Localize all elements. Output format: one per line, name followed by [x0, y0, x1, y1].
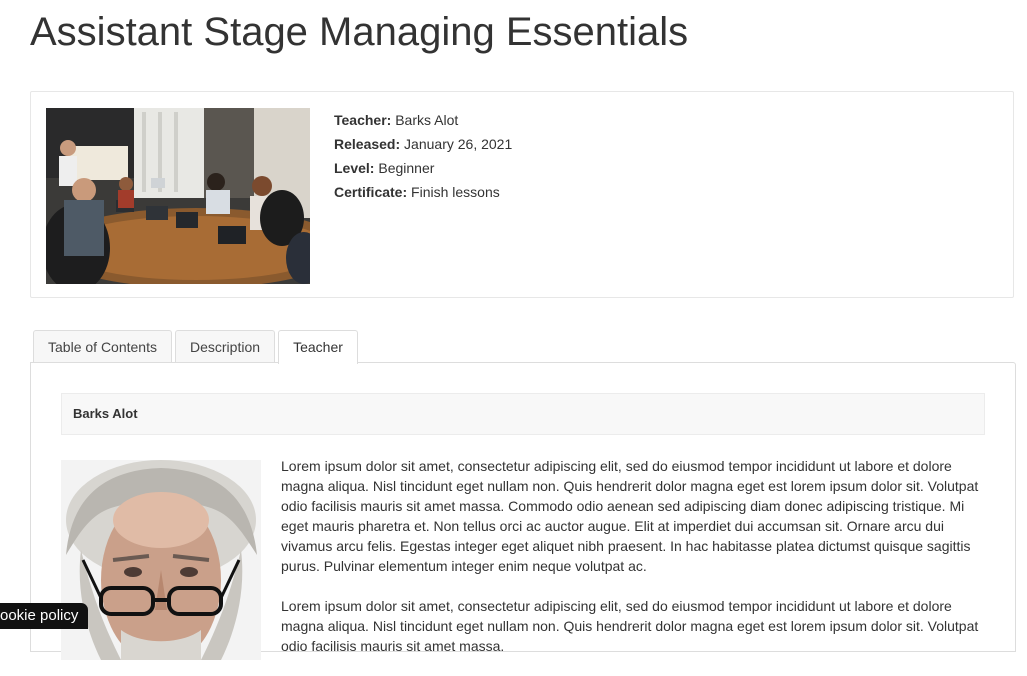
teacher-photo [61, 460, 261, 660]
bio-paragraph: Lorem ipsum dolor sit amet, consectetur … [281, 598, 979, 654]
meta-certificate-value: Finish lessons [411, 184, 500, 200]
meta-teacher-label: Teacher: [334, 112, 392, 128]
tab-teacher[interactable]: Teacher [278, 330, 358, 364]
teacher-bio: Lorem ipsum dolor sit amet, consectetur … [281, 456, 991, 676]
cookie-policy-button[interactable]: ookie policy [0, 603, 89, 629]
course-info-card: Teacher: Barks Alot Released: January 26… [30, 91, 1014, 298]
meta-certificate-label: Certificate: [334, 184, 408, 200]
meta-released-value: January 26, 2021 [404, 136, 513, 152]
course-meta-list: Teacher: Barks Alot Released: January 26… [334, 108, 512, 204]
teacher-tab-panel: Barks Alot Lorem ipsum dolor sit amet, c… [30, 362, 1016, 660]
page-title: Assistant Stage Managing Essentials [30, 10, 689, 54]
meta-teacher: Teacher: Barks Alot [334, 108, 512, 132]
meta-released-label: Released: [334, 136, 401, 152]
meta-level-value: Beginner [378, 160, 435, 176]
tab-table-of-contents[interactable]: Table of Contents [33, 330, 172, 363]
meta-level: Level: Beginner [334, 156, 512, 180]
tab-description[interactable]: Description [175, 330, 275, 363]
meta-teacher-value: Barks Alot [395, 112, 459, 128]
meta-released: Released: January 26, 2021 [334, 132, 512, 156]
course-image [46, 108, 310, 284]
bio-paragraph: Lorem ipsum dolor sit amet, consectetur … [281, 458, 979, 574]
teacher-name: Barks Alot [61, 393, 985, 435]
meta-certificate: Certificate: Finish lessons [334, 180, 512, 204]
meta-level-label: Level: [334, 160, 375, 176]
